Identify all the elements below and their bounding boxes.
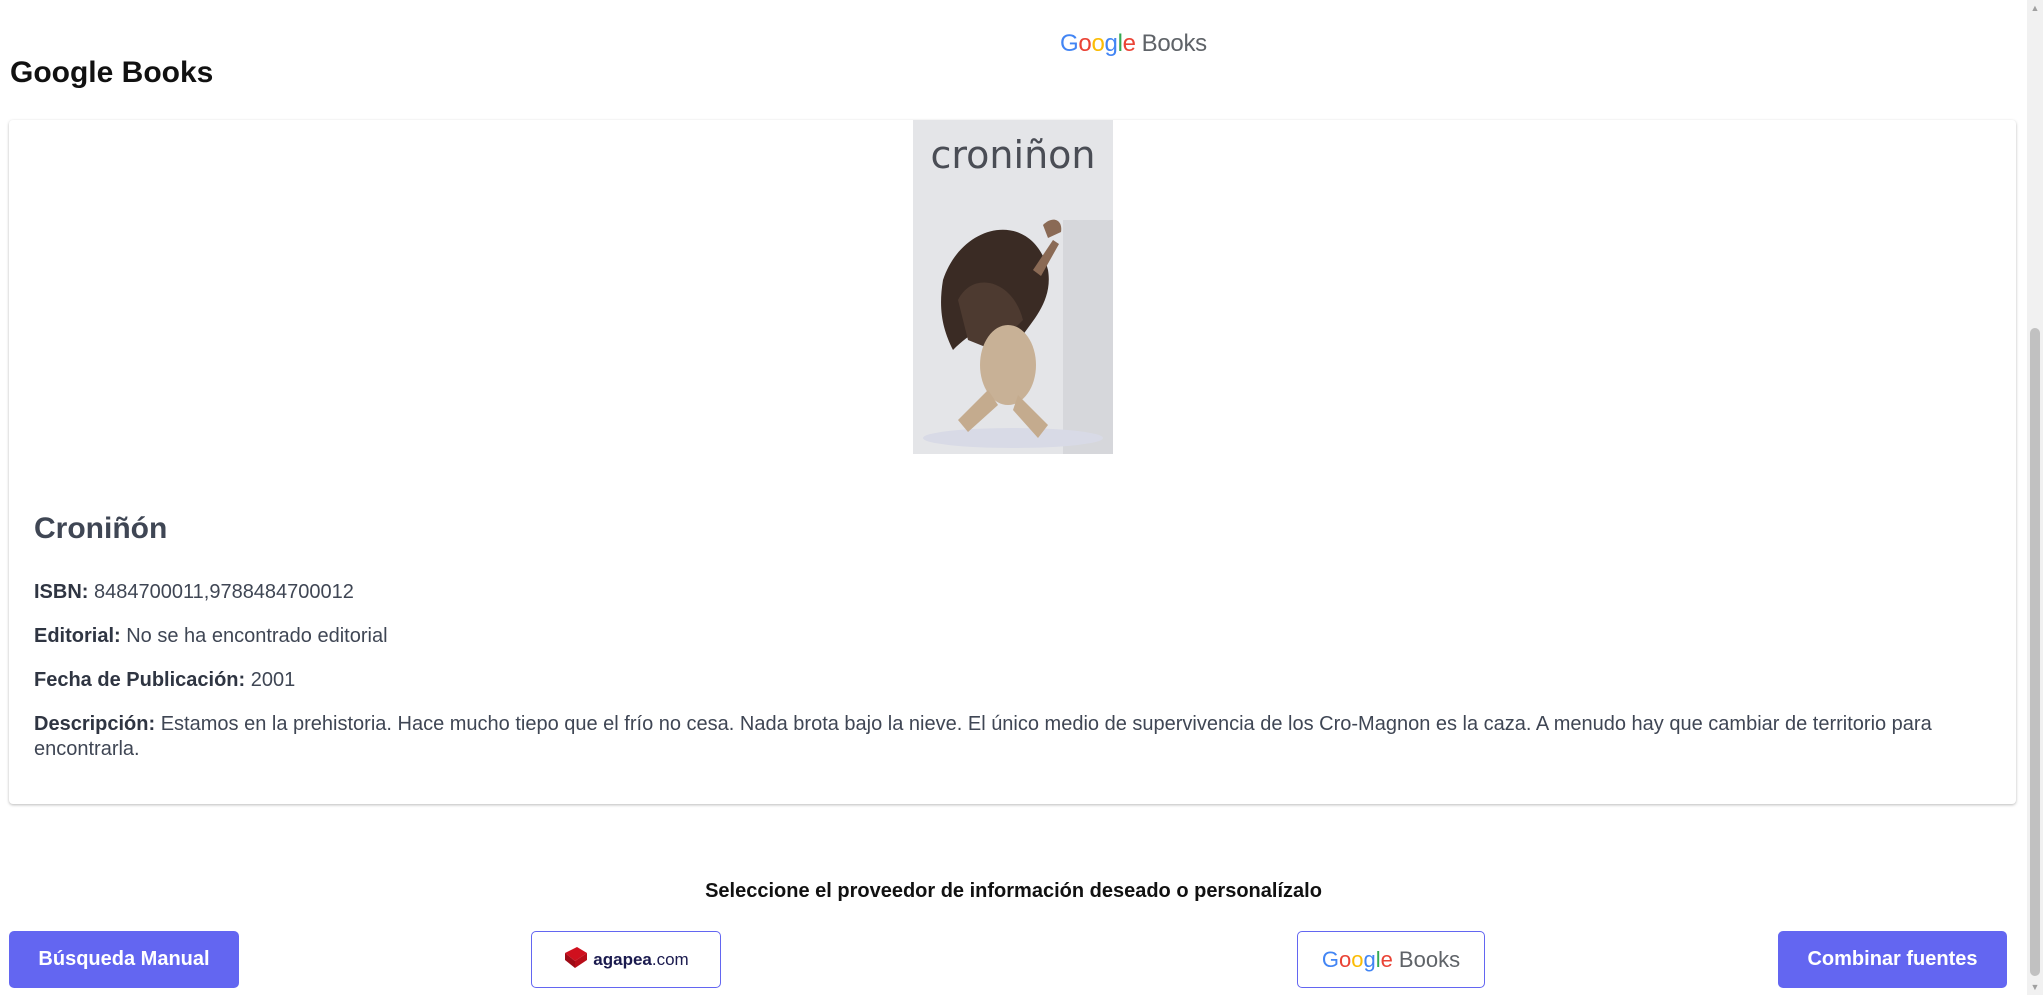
book-title: Croniñón [34, 512, 168, 545]
agapea-name: agapea [593, 949, 652, 969]
agapea-provider-button[interactable]: agapea .com [531, 931, 721, 988]
book-card: croniñon Croniñón ISBN: 8484700011,97884… [9, 120, 2016, 804]
editorial-row: Editorial: No se ha encontrado editorial [34, 624, 1984, 649]
publication-date-value: 2001 [250, 669, 296, 691]
description-label: Descripción: [34, 713, 156, 735]
isbn-value: 8484700011,9788484700012 [94, 581, 354, 603]
page: Google Books Google Books croniñon Croniñ… [0, 0, 2043, 995]
book-cover-image: croniñon [913, 120, 1113, 454]
books-wordmark: Books [1141, 30, 1208, 57]
google-books-button-books: Books [1398, 946, 1461, 972]
google-wordmark: Google [1060, 30, 1136, 57]
manual-search-button[interactable]: Búsqueda Manual [9, 931, 239, 988]
agapea-logo: agapea .com [563, 945, 689, 974]
combine-sources-button[interactable]: Combinar fuentes [1778, 931, 2007, 988]
cover-title: croniñon [931, 133, 1096, 177]
publication-date-row: Fecha de Publicación: 2001 [34, 668, 1984, 693]
vertical-scrollbar[interactable]: ▲ ▼ [2027, 0, 2043, 995]
scrollbar-thumb[interactable] [2030, 328, 2040, 976]
google-books-button-logo: Google Books [1321, 946, 1461, 972]
agapea-domain: .com [651, 949, 689, 969]
scroll-down-icon[interactable]: ▼ [2027, 979, 2043, 995]
section-title: Google Books [10, 56, 214, 89]
isbn-row: ISBN: 8484700011,9788484700012 [34, 580, 1984, 605]
provider-prompt: Seleccione el proveedor de información d… [705, 880, 1322, 902]
editorial-value: No se ha encontrado editorial [126, 625, 388, 647]
isbn-label: ISBN: [34, 581, 89, 603]
editorial-label: Editorial: [34, 625, 121, 647]
scroll-up-icon[interactable]: ▲ [2027, 0, 2043, 16]
google-books-provider-button[interactable]: Google Books [1297, 931, 1485, 988]
description-value: Estamos en la prehistoria. Hace mucho ti… [34, 713, 1932, 760]
agapea-book-icon [563, 945, 589, 974]
publication-date-label: Fecha de Publicación: [34, 669, 246, 691]
google-books-logo: Google Books [1060, 30, 1207, 58]
description-row: Descripción: Estamos en la prehistoria. … [34, 712, 1984, 762]
